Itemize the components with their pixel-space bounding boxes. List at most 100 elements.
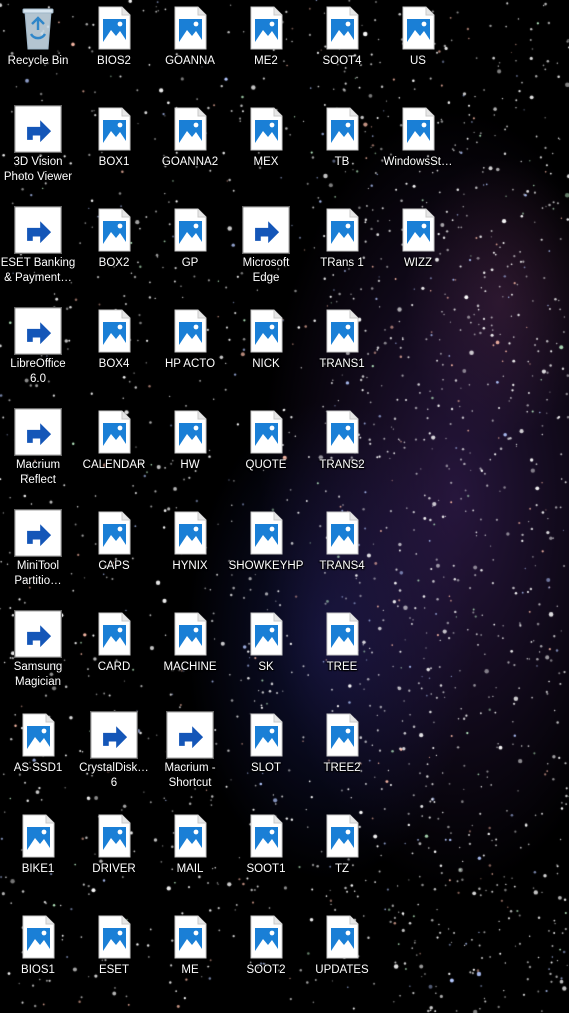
desktop-icon-libreoffice-6-0[interactable]: LibreOffice 6.0 [0,305,76,401]
image-file-icon [318,4,366,52]
macrium-reflect-icon [14,408,62,456]
desktop-icon-box4[interactable]: BOX4 [76,305,152,401]
desktop-icon-tb[interactable]: TB [304,103,380,199]
desktop-icon-macrium-reflect[interactable]: Macrium Reflect [0,406,76,502]
desktop-icon-label: GOANNA2 [161,156,219,168]
image-file-icon [318,509,366,557]
desktop-icon-gp[interactable]: GP [152,204,228,300]
desktop-icon-label: Recycle Bin [7,55,69,67]
desktop-icon-eset-banking-payment[interactable]: e ESET Banking & Payment… [0,204,76,300]
image-file-icon [90,509,138,557]
desktop-icon-soot2[interactable]: SOOT2 [228,911,304,1007]
desktop-icon-label: Macrium - Shortcut [164,762,216,789]
desktop-icon-trans4[interactable]: TRANS4 [304,507,380,603]
image-file-icon [90,105,138,153]
eset-icon: e [14,206,62,254]
desktop-icon-windowsst[interactable]: WindowsSt… [380,103,456,199]
desktop-icon-showkeyhp[interactable]: SHOWKEYHP [228,507,304,603]
desktop-icon-label: TRans 1 [320,257,364,269]
image-file-icon [394,206,442,254]
desktop-icon-sk[interactable]: SK [228,608,304,704]
desktop-icon-mail[interactable]: MAIL [152,810,228,906]
image-file-icon [90,4,138,52]
desktop-icon-trans-1[interactable]: TRans 1 [304,204,380,300]
desktop-icon-me[interactable]: ME [152,911,228,1007]
desktop-icon-hp-acto[interactable]: HP ACTO [152,305,228,401]
desktop-icon-goanna[interactable]: GOANNA [152,2,228,98]
desktop-icon-label: 3D Vision Photo Viewer [3,156,73,183]
desktop-icon-minitool-partitio[interactable]: MiniTool Partitio… [0,507,76,603]
image-file-icon [318,408,366,456]
desktop-icon-soot4[interactable]: SOOT4 [304,2,380,98]
desktop-icon-3d-vision-photo-viewer[interactable]: 3D Vision Photo Viewer [0,103,76,199]
desktop-icon-wizz[interactable]: WIZZ [380,204,456,300]
desktop-icon-label: CrystalDisk… 6 [79,762,149,789]
desktop-icon-box2[interactable]: BOX2 [76,204,152,300]
desktop-icon-bios1[interactable]: BIOS1 [0,911,76,1007]
desktop-icon-tz[interactable]: TZ [304,810,380,906]
image-file-icon [318,812,366,860]
desktop-icon-label: UPDATES [315,964,369,976]
desktop-icon-tree2[interactable]: TREE2 [304,709,380,805]
desktop-icon-driver[interactable]: DRIVER [76,810,152,906]
desktop-icon-macrium-shortcut[interactable]: Macrium - Shortcut [152,709,228,805]
desktop-icon-label: BIKE1 [21,863,55,875]
edge-icon: e [242,206,290,254]
image-file-icon [242,408,290,456]
desktop-icon-mex[interactable]: MEX [228,103,304,199]
samsung-magician-icon: SAMSUNGSSD [14,610,62,658]
desktop-icon-label: SHOWKEYHP [228,560,304,572]
image-file-icon [318,105,366,153]
desktop-icon-hw[interactable]: HW [152,406,228,502]
desktop-icon-label: ESET Banking & Payment… [0,257,76,284]
image-file-icon [166,4,214,52]
desktop-icon-as-ssd1[interactable]: AS SSD1 [0,709,76,805]
image-file-icon [90,913,138,961]
desktop-icon-label: BOX2 [98,257,130,269]
desktop-icon-label: SOOT4 [322,55,362,67]
desktop-icon-updates[interactable]: UPDATES [304,911,380,1007]
desktop-icon-quote[interactable]: QUOTE [228,406,304,502]
image-file-icon [14,711,62,759]
desktop-icon-calendar[interactable]: CALENDAR [76,406,152,502]
desktop-icon-machine[interactable]: MACHINE [152,608,228,704]
desktop-icon-label: BOX1 [98,156,130,168]
desktop-icon-label: CALENDAR [82,459,146,471]
desktop-icon-caps[interactable]: CAPS [76,507,152,603]
desktop-icon-soot1[interactable]: SOOT1 [228,810,304,906]
desktop-icon-label: MiniTool Partitio… [14,560,62,587]
image-file-icon [166,812,214,860]
desktop-icon-slot[interactable]: SLOT [228,709,304,805]
desktop-icon-recycle-bin[interactable]: Recycle Bin [0,2,76,98]
desktop-icon-label: TRANS2 [319,459,365,471]
image-file-icon [166,913,214,961]
desktop-icon-us[interactable]: US [380,2,456,98]
desktop-icon-hynix[interactable]: HYNIX [152,507,228,603]
desktop-icon-crystaldisk-6[interactable]: CrystalDisk… 6 [76,709,152,805]
desktop-icon-trans1[interactable]: TRANS1 [304,305,380,401]
image-file-icon [242,307,290,355]
desktop-icon-eset[interactable]: ESET [76,911,152,1007]
desktop-icon-bike1[interactable]: BIKE1 [0,810,76,906]
desktop-icon-trans2[interactable]: TRANS2 [304,406,380,502]
image-file-icon [90,206,138,254]
image-file-icon [90,408,138,456]
desktop-icon-tree[interactable]: TREE [304,608,380,704]
desktop-icon-microsoft-edge[interactable]: e Microsoft Edge [228,204,304,300]
image-file-icon [166,307,214,355]
desktop-icon-card[interactable]: CARD [76,608,152,704]
desktop-icon-label: SOOT2 [246,964,286,976]
desktop-icon-label: NICK [252,358,280,370]
desktop-icon-label: MAIL [176,863,204,875]
image-file-icon [166,509,214,557]
desktop-icon-label: MACHINE [163,661,217,673]
desktop-icon-samsung-magician[interactable]: SAMSUNGSSD Samsung Magician [0,608,76,704]
desktop-icon-label: TREE [326,661,358,673]
desktop-icon-me2[interactable]: ME2 [228,2,304,98]
desktop-icon-nick[interactable]: NICK [228,305,304,401]
desktop-icon-goanna2[interactable]: GOANNA2 [152,103,228,199]
minitool-icon [14,509,62,557]
desktop-icon-bios2[interactable]: BIOS2 [76,2,152,98]
desktop-icon-label: TREE2 [323,762,361,774]
desktop-icon-box1[interactable]: BOX1 [76,103,152,199]
